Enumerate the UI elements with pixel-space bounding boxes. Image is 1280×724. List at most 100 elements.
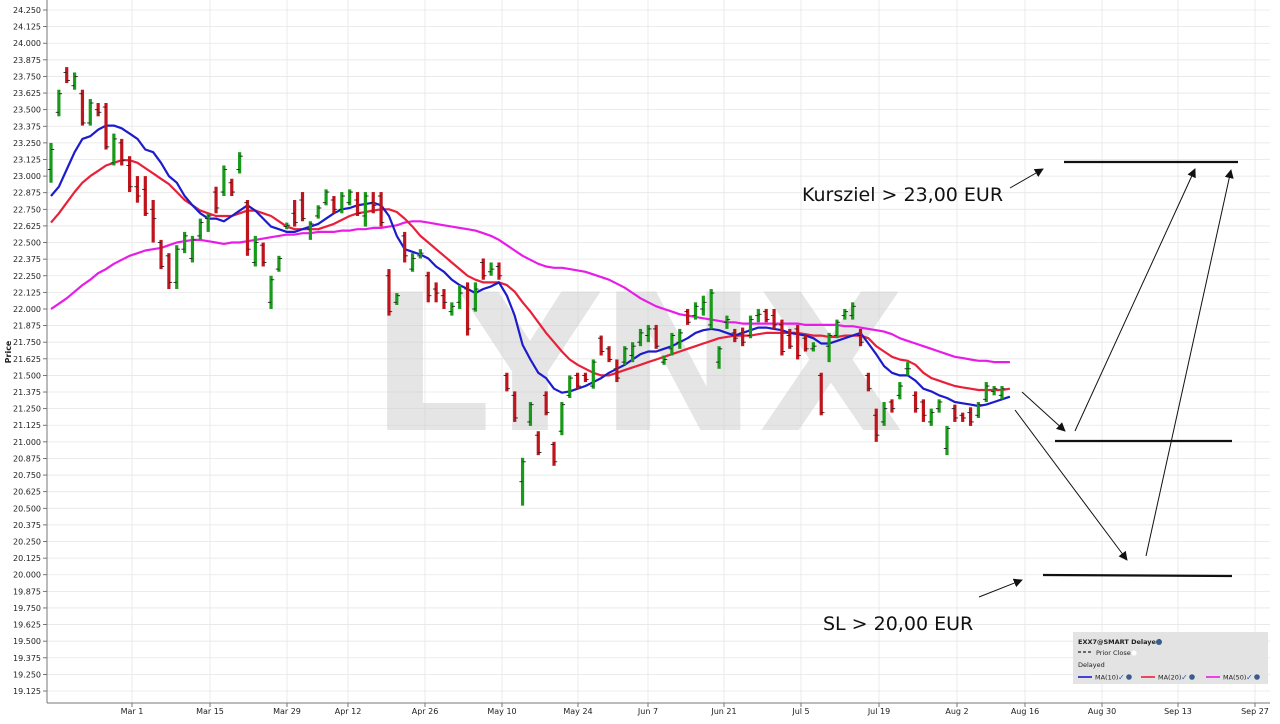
ohlc-bar-range [851,302,855,320]
legend-ma-settings-icon[interactable] [1254,674,1260,680]
ohlc-bar-range [992,386,996,396]
ohlc-bar-range [858,328,863,347]
x-tick-label: Apr 12 [335,707,362,716]
legend-ma-settings-icon[interactable] [1126,674,1132,680]
x-tick-label: May 24 [563,707,592,716]
legend-ma-check-icon: ✓ [1246,673,1253,682]
ohlc-bar-range [560,401,564,436]
legend-prior-close: Prior Close [1096,649,1131,657]
ohlc-bar-range [458,285,462,309]
ohlc-bar-range [827,332,831,363]
ohlc-bar-range [426,271,430,303]
ohlc-bar-range [843,308,847,320]
ohlc-bar-range [183,231,187,254]
x-tick-label: Aug 2 [945,707,968,716]
ohlc-bar-range [819,372,823,416]
y-tick-label: 19.375 [13,654,41,663]
x-tick-label: Sep 13 [1164,707,1192,716]
x-tick-label: Apr 26 [412,707,439,716]
x-tick-label: Mar 1 [121,707,144,716]
ohlc-bar-range [874,408,878,442]
y-tick-label: 21.125 [13,421,41,430]
y-tick-label: 19.750 [13,604,41,613]
y-tick-label: 23.750 [13,72,41,81]
legend-ma-label: MA(50) [1223,674,1246,682]
ohlc-bar-range [198,218,202,240]
chart: LYNX 24.250 24.125 24.000 23.875 23.750 23.62… [0,0,1280,720]
ohlc-bar-range [631,342,635,363]
ohlc-bar-range [418,249,422,259]
y-tick-label: 23.500 [13,106,41,115]
ohlc-bar-range [796,324,800,360]
ohlc-bar-range [662,355,666,365]
y-tick-label: 20.125 [13,554,41,563]
ohlc-bar-range [151,200,155,243]
legend-prior-close-toggle-icon[interactable] [1131,650,1137,656]
y-tick-label: 21.250 [13,405,41,414]
y-tick-label: 19.500 [13,637,41,646]
ohlc-bar-range [442,289,446,309]
y-tick-label: 20.750 [13,471,41,480]
ohlc-bar-range [245,200,250,256]
y-tick-label: 22.000 [13,305,41,314]
ohlc-bar-range [300,192,305,222]
ohlc-bar-range [222,165,226,197]
y-tick-label: 22.125 [13,288,41,297]
ohlc-bar-range [568,375,572,399]
y-tick-label: 20.625 [13,488,41,497]
legend-ma-settings-icon[interactable] [1189,674,1195,680]
ohlc-bar-range [717,346,721,369]
ohlc-bar-range [748,315,753,339]
y-tick-label: 22.750 [13,205,41,214]
ohlc-bar-range [961,412,965,422]
y-tick-label: 23.875 [13,56,41,65]
x-axis: Mar 1 Mar 15 Mar 29 Apr 12 Apr 26 May 10 May 2… [47,702,1270,716]
ohlc-bar-range [465,282,470,336]
ohlc-bar-range [230,178,234,197]
ohlc-bar-range [733,328,737,343]
ohlc-bar-range [591,359,595,389]
ohlc-bar-range [945,425,949,456]
ohlc-bar-range [104,103,108,150]
legend-delayed: Delayed [1078,661,1105,669]
legend-title: EXX7@SMART Delayed [1078,638,1161,646]
y-tick-label: 21.000 [13,438,41,447]
price-chart-svg: LYNX 24.250 24.125 24.000 23.875 23.750 23.62… [4,0,1270,716]
ohlc-bar-range [159,239,163,270]
x-tick-label: Jun 21 [710,707,736,716]
target-label: Kursziel > 23,00 EUR [802,184,1003,206]
y-tick-label: 23.375 [13,122,41,131]
ohlc-bar-range [764,308,768,323]
ohlc-bar-range [167,253,171,290]
ohlc-bar-range [741,327,745,347]
y-tick-label: 20.500 [13,504,41,513]
ohlc-bar-range [363,192,367,227]
y-tick-label: 19.625 [13,621,41,630]
ohlc-bar-range [112,133,116,166]
ohlc-bar-range [646,324,650,343]
y-tick-label: 22.875 [13,189,41,198]
y-tick-label: 20.000 [13,571,41,580]
ohlc-bar-range [238,152,242,174]
stop-level-line [1042,573,1233,578]
ohlc-bar-range [513,391,517,422]
y-tick-label: 22.250 [13,272,41,281]
legend-info-icon[interactable] [1156,639,1162,645]
y-tick-label: 21.750 [13,338,41,347]
ohlc-bar-range [497,262,501,280]
ohlc-bar-range [269,275,273,309]
ohlc-bar-range [355,192,360,216]
ohlc-bar-range [890,399,894,413]
stop-label: SL > 20,00 EUR [823,613,973,635]
x-tick-label: May 10 [487,707,516,716]
x-tick-label: Sep 27 [1241,707,1269,716]
ohlc-bar-range [395,293,399,305]
ohlc-bar-range [921,399,926,422]
ohlc-bar-range [403,231,407,263]
y-tick-label: 21.500 [13,371,41,380]
ohlc-bar-range [80,89,85,126]
y-tick-label: 21.375 [13,388,41,397]
ohlc-bar-range [772,308,776,329]
y-tick-label: 22.500 [13,239,41,248]
ohlc-bar-range [953,404,957,422]
